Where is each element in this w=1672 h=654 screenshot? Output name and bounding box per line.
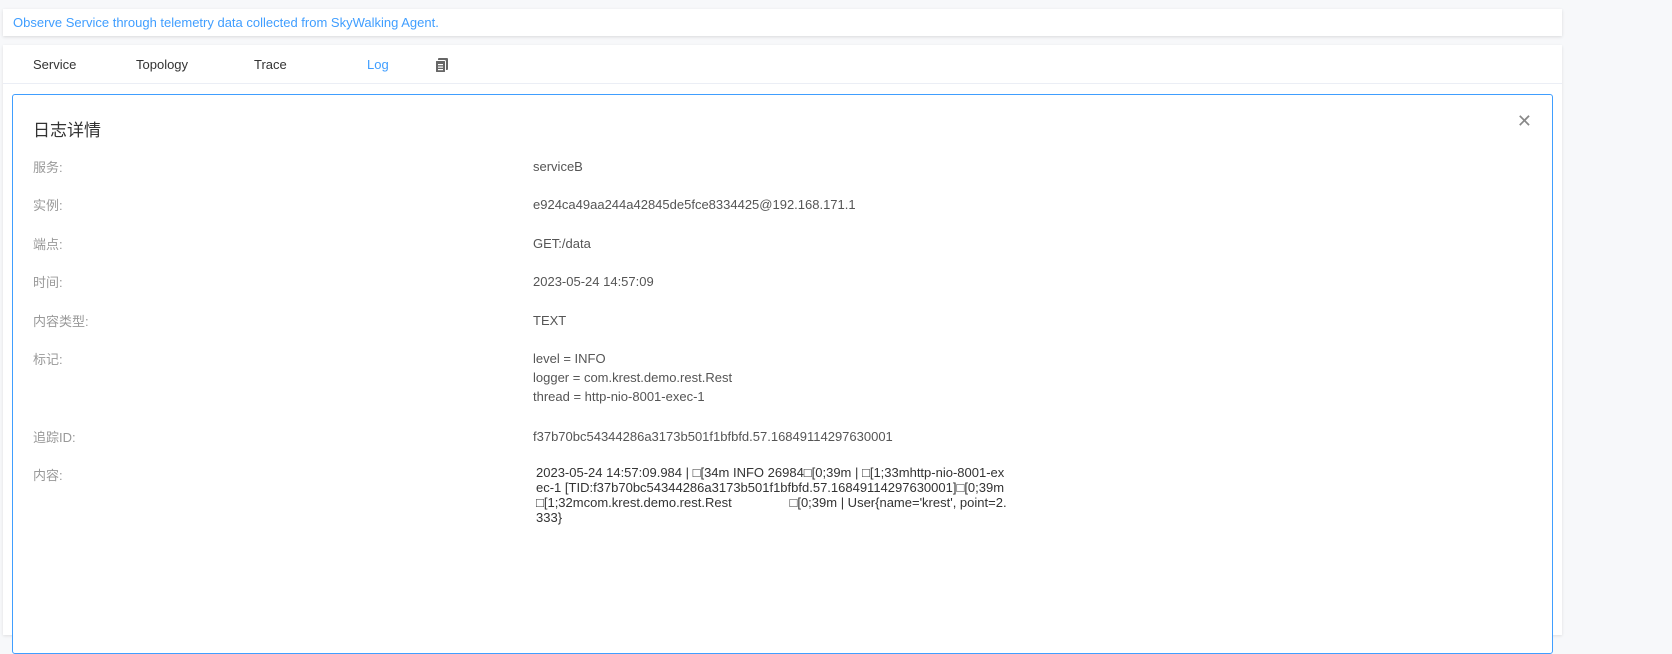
- tags-list: level = INFO logger = com.krest.demo.res…: [533, 349, 732, 406]
- tab-trace[interactable]: Trace: [254, 57, 287, 72]
- field-label: 实例:: [33, 198, 63, 213]
- drawer-title: 日志详情: [33, 121, 101, 140]
- tag-item: level = INFO: [533, 351, 606, 366]
- log-content: 2023-05-24 14:57:09.984 | □[34m INFO 269…: [536, 465, 1008, 525]
- copy-icon[interactable]: [434, 57, 450, 73]
- tab-service[interactable]: Service: [33, 57, 76, 72]
- field-label: 标记:: [33, 352, 63, 367]
- field-value: TEXT: [533, 313, 567, 328]
- field-value: serviceB: [533, 159, 583, 174]
- field-value: e924ca49aa244a42845de5fce8334425@192.168…: [533, 197, 856, 212]
- tag-item: thread = http-nio-8001-exec-1: [533, 389, 705, 404]
- field-label: 服务:: [33, 160, 63, 175]
- description-banner: Observe Service through telemetry data c…: [3, 9, 1562, 36]
- field-label: 时间:: [33, 275, 63, 290]
- field-value: 2023-05-24 14:57:09: [533, 274, 654, 289]
- tab-log[interactable]: Log: [367, 57, 389, 72]
- log-detail-drawer: 日志详情 ✕ 服务: serviceB 实例: e924ca49aa244a4284…: [12, 94, 1553, 654]
- field-label: 追踪ID:: [33, 430, 76, 445]
- field-value: GET:/data: [533, 236, 591, 251]
- tab-bar: Service Topology Trace Log: [3, 45, 1562, 84]
- main-panel: Service Topology Trace Log 日志详情 ✕ 服务: ser…: [3, 45, 1562, 654]
- field-label: 内容:: [33, 468, 63, 483]
- field-label: 内容类型:: [33, 314, 89, 329]
- tag-item: logger = com.krest.demo.rest.Rest: [533, 370, 733, 385]
- close-icon[interactable]: ✕: [1517, 111, 1532, 132]
- field-label: 端点:: [33, 237, 63, 252]
- tab-topology[interactable]: Topology: [136, 57, 188, 72]
- trace-id-value: f37b70bc54344286a3173b501f1bfbfd.57.1684…: [533, 429, 893, 444]
